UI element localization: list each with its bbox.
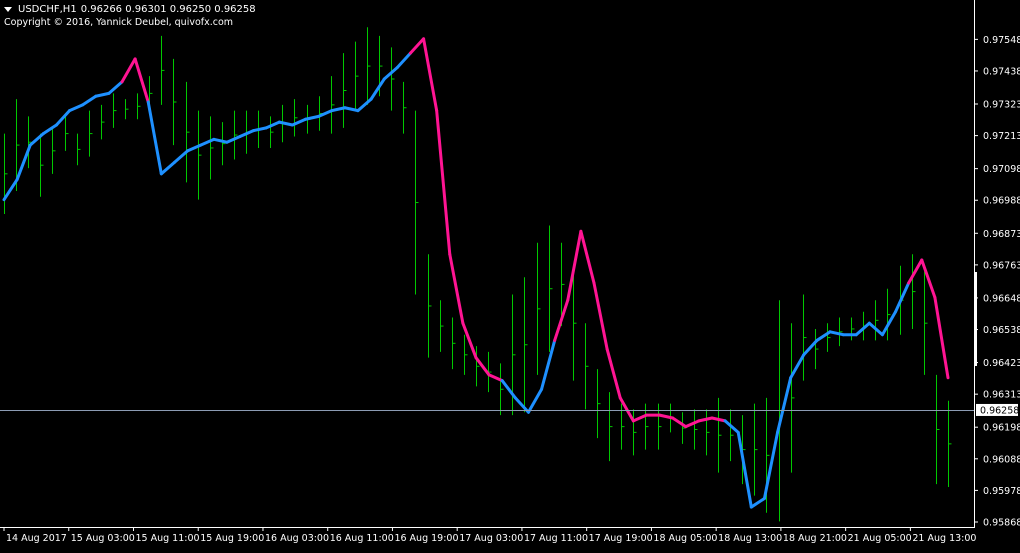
price-axis-label: 0.97213 — [983, 131, 1020, 142]
current-price-label: 0.96258 — [980, 405, 1019, 416]
triangle-down-icon[interactable] — [4, 7, 12, 12]
price-axis-label: 0.96088 — [983, 454, 1020, 465]
price-axis-label: 0.96423 — [983, 358, 1020, 369]
price-chart[interactable]: 0.97548 0.97438 0.97323 0.97213 0.97098 0.969… — [0, 0, 1020, 549]
price-axis-label: 0.97438 — [983, 66, 1020, 77]
time-axis-label: 15 Aug 03:00 — [71, 533, 135, 544]
time-axis-label: 21 Aug 13:00 — [912, 533, 976, 544]
time-axis-labels: 14 Aug 2017 15 Aug 03:00 15 Aug 11:00 15 Au… — [3, 527, 976, 544]
time-axis-label: 17 Aug 03:00 — [459, 533, 523, 544]
price-axis-label: 0.97548 — [983, 35, 1020, 46]
price-axis-label: 0.96873 — [983, 229, 1020, 240]
price-axis-label: 0.96988 — [983, 196, 1020, 207]
price-axis-label: 0.97098 — [983, 164, 1020, 175]
price-axis-label: 0.96763 — [983, 260, 1020, 271]
time-axis-label: 16 Aug 19:00 — [394, 533, 458, 544]
time-axis-label: 17 Aug 19:00 — [589, 533, 653, 544]
time-axis-label: 18 Aug 05:00 — [653, 533, 717, 544]
time-axis-label: 15 Aug 19:00 — [200, 533, 264, 544]
price-axis-label: 0.95868 — [983, 518, 1020, 529]
price-axis-label: 0.96538 — [983, 325, 1020, 336]
time-axis-label: 18 Aug 13:00 — [718, 533, 782, 544]
time-axis-label: 16 Aug 03:00 — [265, 533, 329, 544]
price-axis-label: 0.95978 — [983, 486, 1020, 497]
time-axis-label: 21 Aug 05:00 — [848, 533, 912, 544]
time-axis-label: 18 Aug 21:00 — [783, 533, 847, 544]
time-axis-label: 17 Aug 11:00 — [524, 533, 588, 544]
ohlc-label: 0.96266 0.96301 0.96250 0.96258 — [80, 4, 256, 15]
price-axis-label: 0.96198 — [983, 423, 1020, 434]
price-axis-label: 0.97323 — [983, 100, 1020, 111]
copyright-label: Copyright © 2016, Yannick Deubel, quivof… — [4, 17, 234, 28]
plot-area[interactable] — [0, 0, 974, 527]
chart-window[interactable]: 0.97548 0.97438 0.97323 0.97213 0.97098 0.969… — [0, 0, 1020, 549]
time-axis-label: 14 Aug 2017 — [6, 533, 67, 544]
price-axis-label: 0.96648 — [983, 293, 1020, 304]
price-axis-label: 0.96313 — [983, 390, 1020, 401]
time-axis-label: 16 Aug 11:00 — [330, 533, 394, 544]
price-axis-labels: 0.97548 0.97438 0.97323 0.97213 0.97098 0.969… — [974, 35, 1020, 529]
current-price-badge: 0.96258 — [976, 403, 1019, 416]
time-axis-label: 15 Aug 11:00 — [135, 533, 199, 544]
chart-header: USDCHF,H1 0.96266 0.96301 0.96250 0.9625… — [4, 3, 256, 29]
symbol-label: USDCHF,H1 — [18, 4, 77, 15]
